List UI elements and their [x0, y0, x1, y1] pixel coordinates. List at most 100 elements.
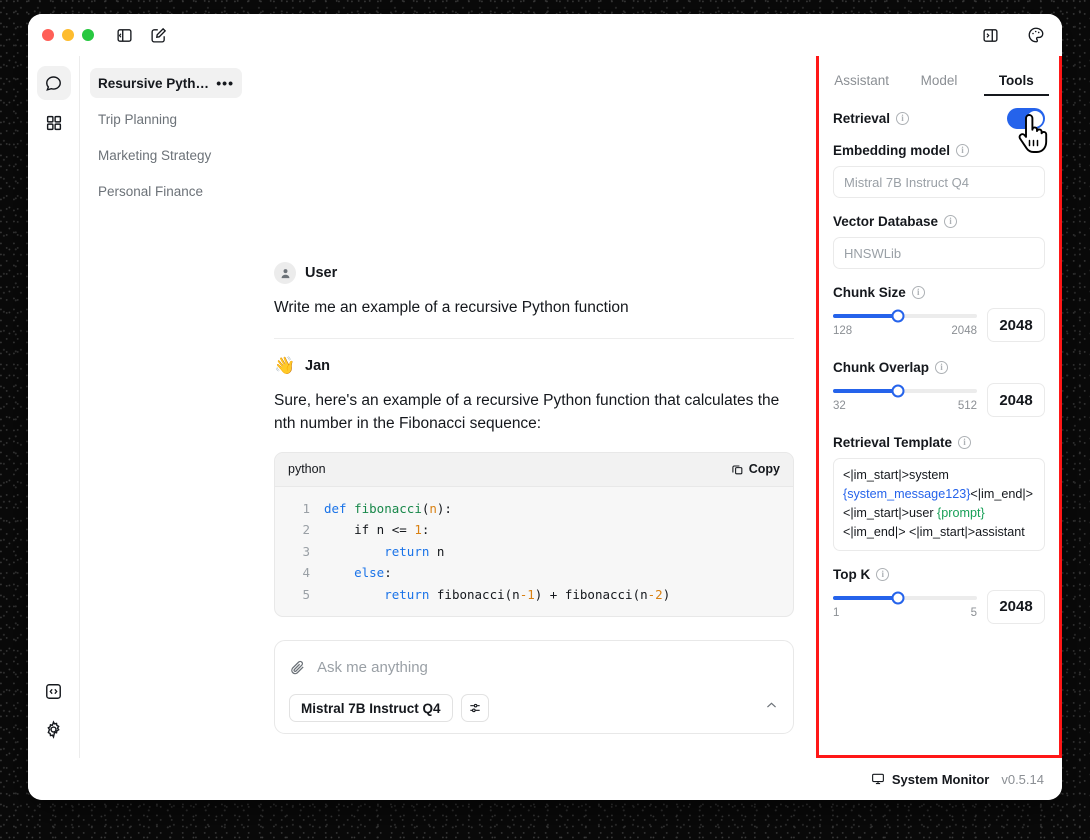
embedding-model-input[interactable]: Mistral 7B Instruct Q4: [833, 166, 1045, 198]
top-k-label-group: Top K i: [833, 567, 1045, 582]
top-k-range: 1 5: [833, 607, 977, 619]
slider-min: 32: [833, 400, 846, 412]
composer-collapse-button[interactable]: [764, 698, 779, 718]
template-segment: {system_message123}: [843, 487, 970, 501]
info-icon[interactable]: i: [896, 112, 909, 125]
retrieval-row: Retrieval i: [833, 108, 1045, 129]
rail-item-code[interactable]: [44, 682, 63, 706]
avatar: [274, 262, 296, 284]
window-close-button[interactable]: [42, 29, 54, 41]
window-minimize-button[interactable]: [62, 29, 74, 41]
tab-assistant[interactable]: Assistant: [823, 73, 900, 96]
sliders-icon: [468, 701, 482, 715]
chunk-overlap-range: 32 512: [833, 400, 977, 412]
system-monitor-button[interactable]: System Monitor: [871, 772, 990, 787]
top-k-value-input[interactable]: 2048: [987, 590, 1045, 624]
message-list: User Write me an example of a recursive …: [274, 56, 794, 630]
thread-item-personal-finance[interactable]: Personal Finance: [90, 176, 242, 206]
chunk-size-slider[interactable]: [833, 314, 977, 318]
rail-item-chat[interactable]: [37, 66, 71, 100]
status-bar: System Monitor v0.5.14: [28, 758, 1062, 800]
code-line: 1def fibonacci(n):: [288, 498, 780, 520]
top-spacer: [274, 56, 794, 262]
thread-label: Trip Planning: [98, 112, 177, 127]
thread-label: Marketing Strategy: [98, 148, 211, 163]
rail-item-grid[interactable]: [37, 106, 71, 140]
grid-icon: [45, 114, 63, 132]
new-chat-icon[interactable]: [146, 23, 170, 47]
embedding-model-label-group: Embedding model i: [833, 143, 1045, 158]
code-line-content: return fibonacci(n-1) + fibonacci(n-2): [324, 584, 670, 606]
code-line-content: return n: [324, 541, 444, 563]
chunk-overlap-label: Chunk Overlap: [833, 360, 929, 375]
tab-model[interactable]: Model: [900, 73, 977, 96]
palette-icon[interactable]: [1024, 23, 1048, 47]
retrieval-template-textarea[interactable]: <|im_start|>system {system_message123} <|…: [833, 458, 1045, 551]
panel-expand-icon[interactable]: [978, 23, 1002, 47]
chevron-up-icon: [764, 698, 779, 713]
message-text: Sure, here's an example of a recursive P…: [274, 389, 794, 436]
code-line: 4 else:: [288, 562, 780, 584]
thread-item-trip-planning[interactable]: Trip Planning: [90, 104, 242, 134]
panel-collapse-icon[interactable]: [112, 23, 136, 47]
slider-knob[interactable]: [891, 591, 904, 604]
chunk-overlap-value-input[interactable]: 2048: [987, 383, 1045, 417]
message-divider: [274, 338, 794, 339]
info-icon[interactable]: i: [935, 361, 948, 374]
model-settings-button[interactable]: [461, 694, 489, 722]
info-icon[interactable]: i: [876, 568, 889, 581]
chunk-overlap-slider[interactable]: [833, 389, 977, 393]
code-line-content: else:: [324, 562, 392, 584]
tab-tools[interactable]: Tools: [978, 73, 1055, 96]
copy-code-button[interactable]: Copy: [731, 462, 780, 476]
slider-knob[interactable]: [891, 310, 904, 323]
thread-menu-icon[interactable]: •••: [216, 79, 234, 87]
slider-max: 2048: [951, 325, 977, 337]
code-line-number: 3: [288, 541, 310, 563]
app-version-label: v0.5.14: [1001, 772, 1044, 787]
thread-label: Resursive Pyth…: [98, 76, 209, 91]
top-k-label: Top K: [833, 567, 870, 582]
embedding-model-label: Embedding model: [833, 143, 950, 158]
chunk-size-range: 128 2048: [833, 325, 977, 337]
gap: [833, 421, 1045, 435]
retrieval-template-label-group: Retrieval Template i: [833, 435, 1045, 450]
code-line-number: 2: [288, 519, 310, 541]
template-segment: <|im_end|> <|im_start|>assistant: [843, 525, 1025, 539]
thread-item-marketing-strategy[interactable]: Marketing Strategy: [90, 140, 242, 170]
slider-knob[interactable]: [891, 385, 904, 398]
thread-list: Resursive Pyth… ••• Trip Planning Market…: [80, 56, 252, 758]
slider-fill: [833, 596, 898, 600]
copy-label: Copy: [749, 462, 780, 476]
title-bar: [28, 14, 1062, 56]
vector-database-input[interactable]: HNSWLib: [833, 237, 1045, 269]
message-author: Jan: [305, 358, 330, 374]
paperclip-icon[interactable]: [289, 659, 306, 676]
code-language-label: python: [288, 462, 326, 476]
retrieval-toggle[interactable]: [1007, 108, 1045, 129]
vector-database-label: Vector Database: [833, 214, 938, 229]
code-line-number: 4: [288, 562, 310, 584]
composer-toolbar: Mistral 7B Instruct Q4: [289, 694, 779, 722]
template-segment: <|im_start|>system: [843, 468, 949, 482]
slider-min: 1: [833, 607, 839, 619]
code-line-number: 5: [288, 584, 310, 606]
panel-tabs: Assistant Model Tools: [819, 56, 1059, 96]
chat-scroll-area[interactable]: User Write me an example of a recursive …: [252, 56, 816, 630]
top-k-slider[interactable]: [833, 596, 977, 600]
window-maximize-button[interactable]: [82, 29, 94, 41]
person-icon: [279, 267, 292, 280]
info-icon[interactable]: i: [956, 144, 969, 157]
rail-item-settings[interactable]: [44, 720, 63, 744]
model-selector-button[interactable]: Mistral 7B Instruct Q4: [289, 694, 453, 722]
info-icon[interactable]: i: [944, 215, 957, 228]
info-icon[interactable]: i: [958, 436, 971, 449]
composer-input-row[interactable]: Ask me anything: [289, 654, 779, 680]
info-icon[interactable]: i: [912, 286, 925, 299]
thread-item-recursive-python[interactable]: Resursive Pyth… •••: [90, 68, 242, 98]
copy-icon: [731, 463, 744, 476]
chunk-size-value-input[interactable]: 2048: [987, 308, 1045, 342]
vector-database-value: HNSWLib: [844, 246, 901, 261]
chunk-size-row: 128 2048 2048: [833, 308, 1045, 342]
code-block: python Copy 1def fibonacci(n):2 if n: [274, 452, 794, 618]
